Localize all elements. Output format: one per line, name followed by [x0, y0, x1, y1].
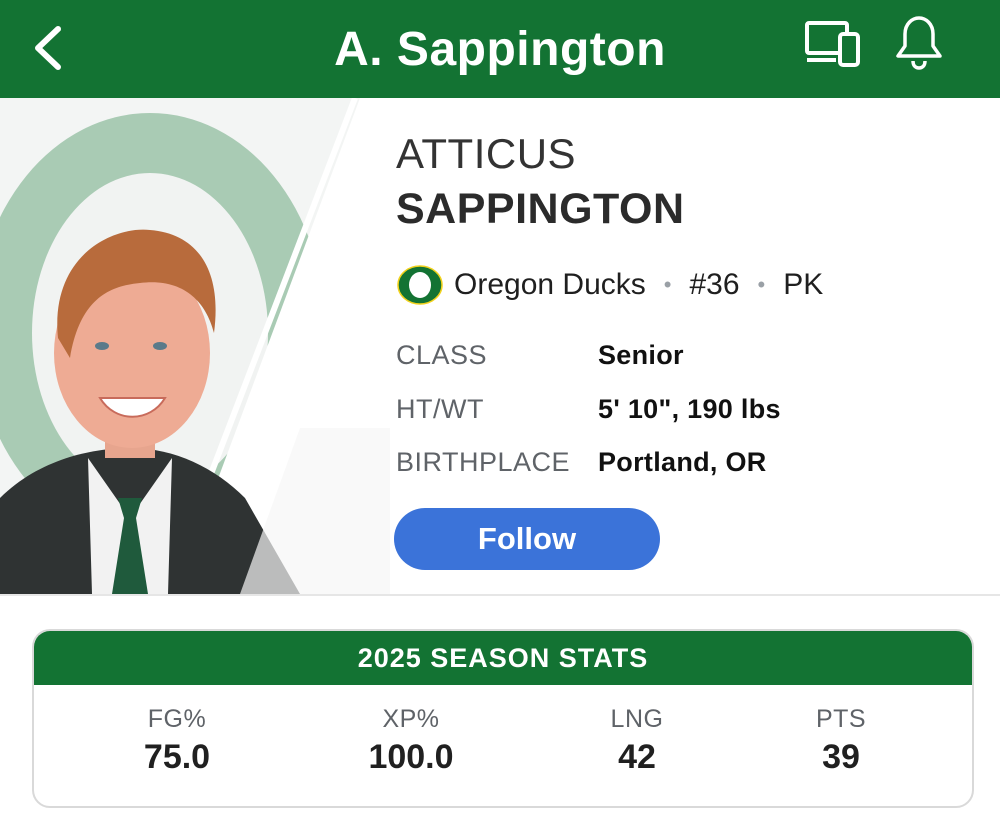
team-name[interactable]: Oregon Ducks — [454, 268, 646, 302]
follow-button[interactable]: Follow — [394, 508, 660, 570]
height-weight-label: HT/WT — [396, 394, 484, 424]
back-button[interactable] — [18, 18, 78, 78]
class-value: Senior — [598, 340, 684, 370]
player-last-name: SAPPINGTON — [396, 185, 685, 233]
stat-points: PTS 39 — [741, 705, 941, 777]
team-row: Oregon Ducks • #36 • PK — [396, 262, 823, 308]
player-first-name: ATTICUS — [396, 130, 577, 177]
stat-xp-pct: XP% 100.0 — [311, 705, 511, 777]
player-position: PK — [783, 268, 824, 301]
devices-icon — [805, 21, 860, 67]
stat-label: LNG — [610, 705, 664, 733]
stat-longest: LNG 42 — [537, 705, 737, 777]
notifications-button[interactable] — [892, 14, 946, 72]
stat-fg-pct: FG% 75.0 — [77, 705, 277, 777]
season-stats-card: 2025 SEASON STATS FG% 75.0 XP% 100.0 LNG… — [32, 629, 974, 808]
birthplace-value: Portland, OR — [598, 447, 767, 477]
stat-value: 75.0 — [143, 738, 211, 776]
oregon-o-logo-icon — [397, 265, 443, 305]
chevron-left-icon — [35, 26, 61, 70]
section-divider — [0, 594, 1000, 596]
page-title: A. Sappington — [334, 22, 666, 76]
player-photo — [0, 98, 390, 594]
top-app-bar: A. Sappington — [0, 0, 1000, 98]
separator-dot: • — [663, 272, 672, 297]
stat-value: 100.0 — [368, 738, 454, 776]
birthplace-label: BIRTHPLACE — [396, 447, 571, 477]
stat-label: FG% — [147, 705, 207, 733]
class-label: CLASS — [396, 340, 488, 370]
season-stats-title: 2025 SEASON STATS — [34, 631, 972, 685]
separator-dot: • — [757, 272, 766, 297]
stat-value: 42 — [618, 738, 656, 776]
devices-button[interactable] — [804, 20, 862, 68]
stat-value: 39 — [822, 738, 860, 776]
bell-icon — [896, 16, 942, 70]
stat-label: XP% — [382, 705, 440, 733]
stat-label: PTS — [815, 705, 867, 733]
height-weight-value: 5' 10", 190 lbs — [598, 394, 781, 424]
jersey-number: #36 — [689, 268, 740, 301]
